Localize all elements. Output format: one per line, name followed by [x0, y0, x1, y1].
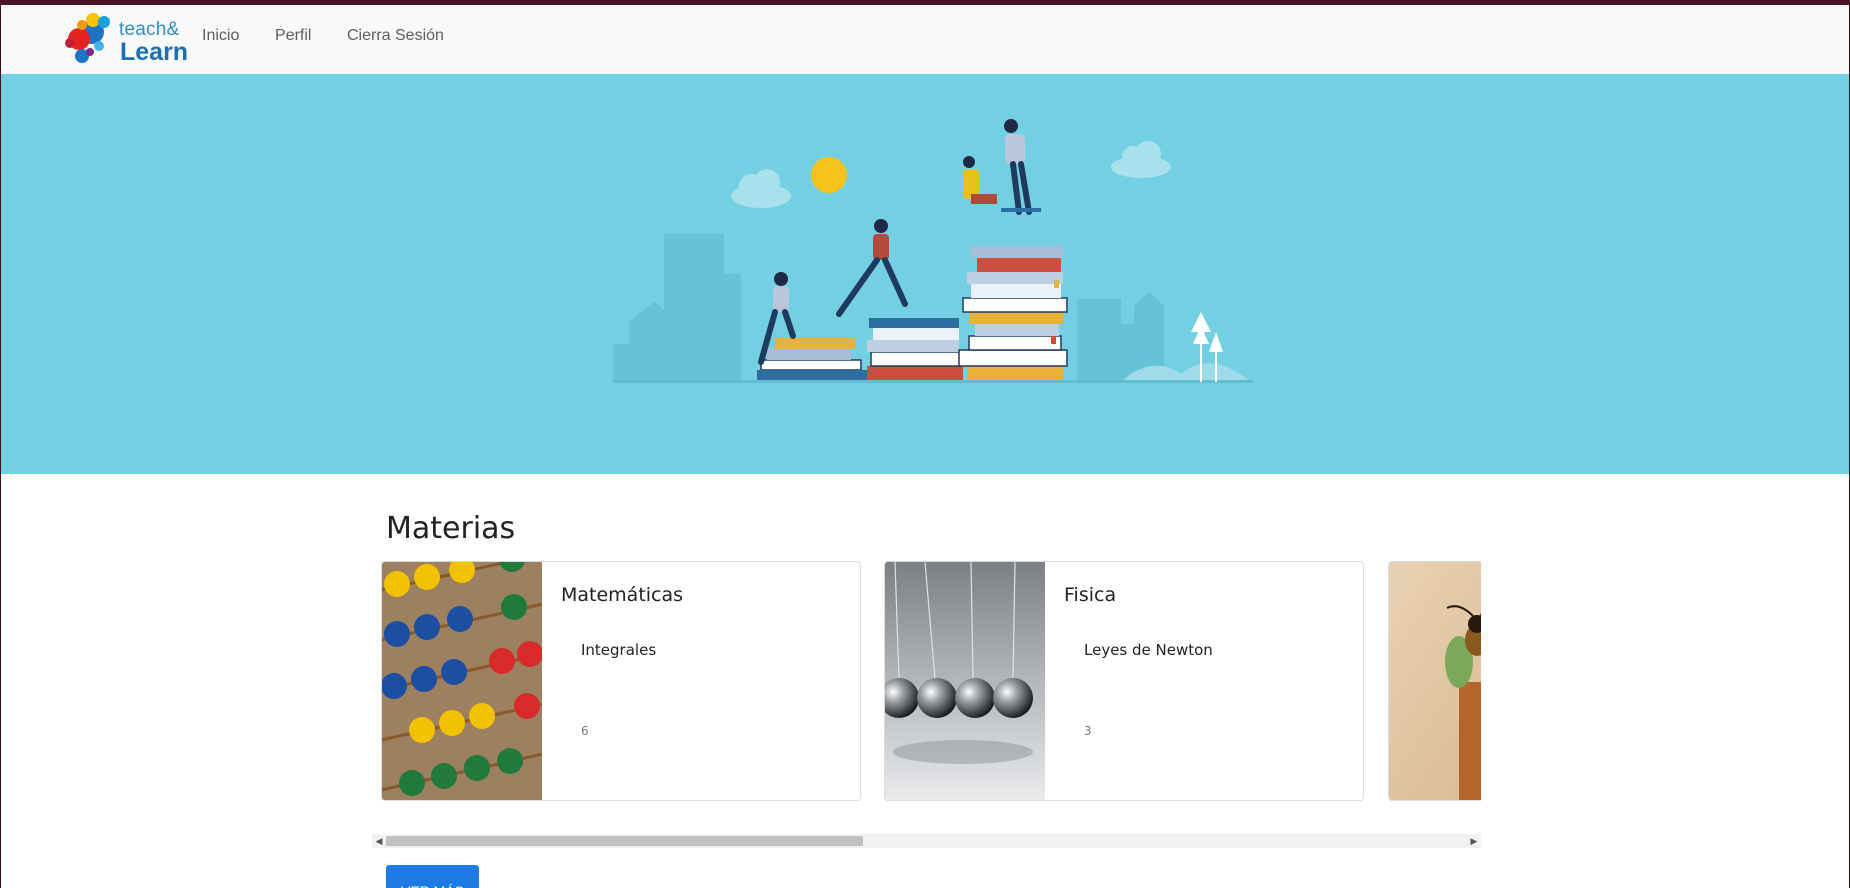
hero-illustration [613, 119, 1253, 383]
subjects-carousel[interactable]: Matemáticas Integrales 6 Fisica Leyes de… [381, 561, 1481, 806]
card-topic: Integrales [581, 641, 657, 659]
scroll-right-arrow-icon[interactable]: ▶ [1467, 834, 1481, 848]
page: teach& Learn Inicio Perfil Cierra Sesión [1, 5, 1849, 888]
brand-logo[interactable]: teach& Learn [62, 10, 189, 68]
section-title: Materias [386, 510, 516, 546]
card-count: 3 [1084, 724, 1092, 738]
subject-card[interactable] [1388, 561, 1481, 801]
scrollbar-thumb[interactable] [386, 836, 863, 846]
insect-image [1389, 562, 1481, 800]
abacus-image [382, 562, 542, 800]
ver-mas-button[interactable]: VER MÁS [386, 865, 479, 888]
subject-card[interactable]: Matemáticas Integrales 6 [381, 561, 861, 801]
nav-link-perfil[interactable]: Perfil [275, 27, 311, 45]
card-title: Matemáticas [561, 584, 684, 606]
nav-link-cierra-sesion[interactable]: Cierra Sesión [347, 27, 444, 45]
newtons-cradle-image [885, 562, 1045, 800]
nav-link-inicio[interactable]: Inicio [202, 27, 239, 45]
navbar: teach& Learn Inicio Perfil Cierra Sesión [1, 5, 1849, 75]
hero-banner [1, 74, 1849, 474]
brand-name-bottom: Learn [120, 38, 189, 66]
scroll-left-arrow-icon[interactable]: ◀ [372, 834, 386, 848]
card-count: 6 [581, 724, 589, 738]
sun-shape [811, 157, 847, 193]
card-topic: Leyes de Newton [1084, 641, 1213, 659]
subject-card[interactable]: Fisica Leyes de Newton 3 [884, 561, 1364, 801]
card-title: Fisica [1064, 584, 1117, 606]
carousel-scrollbar[interactable]: ◀ ▶ [372, 834, 1481, 848]
molecule-logo-icon [65, 13, 110, 63]
